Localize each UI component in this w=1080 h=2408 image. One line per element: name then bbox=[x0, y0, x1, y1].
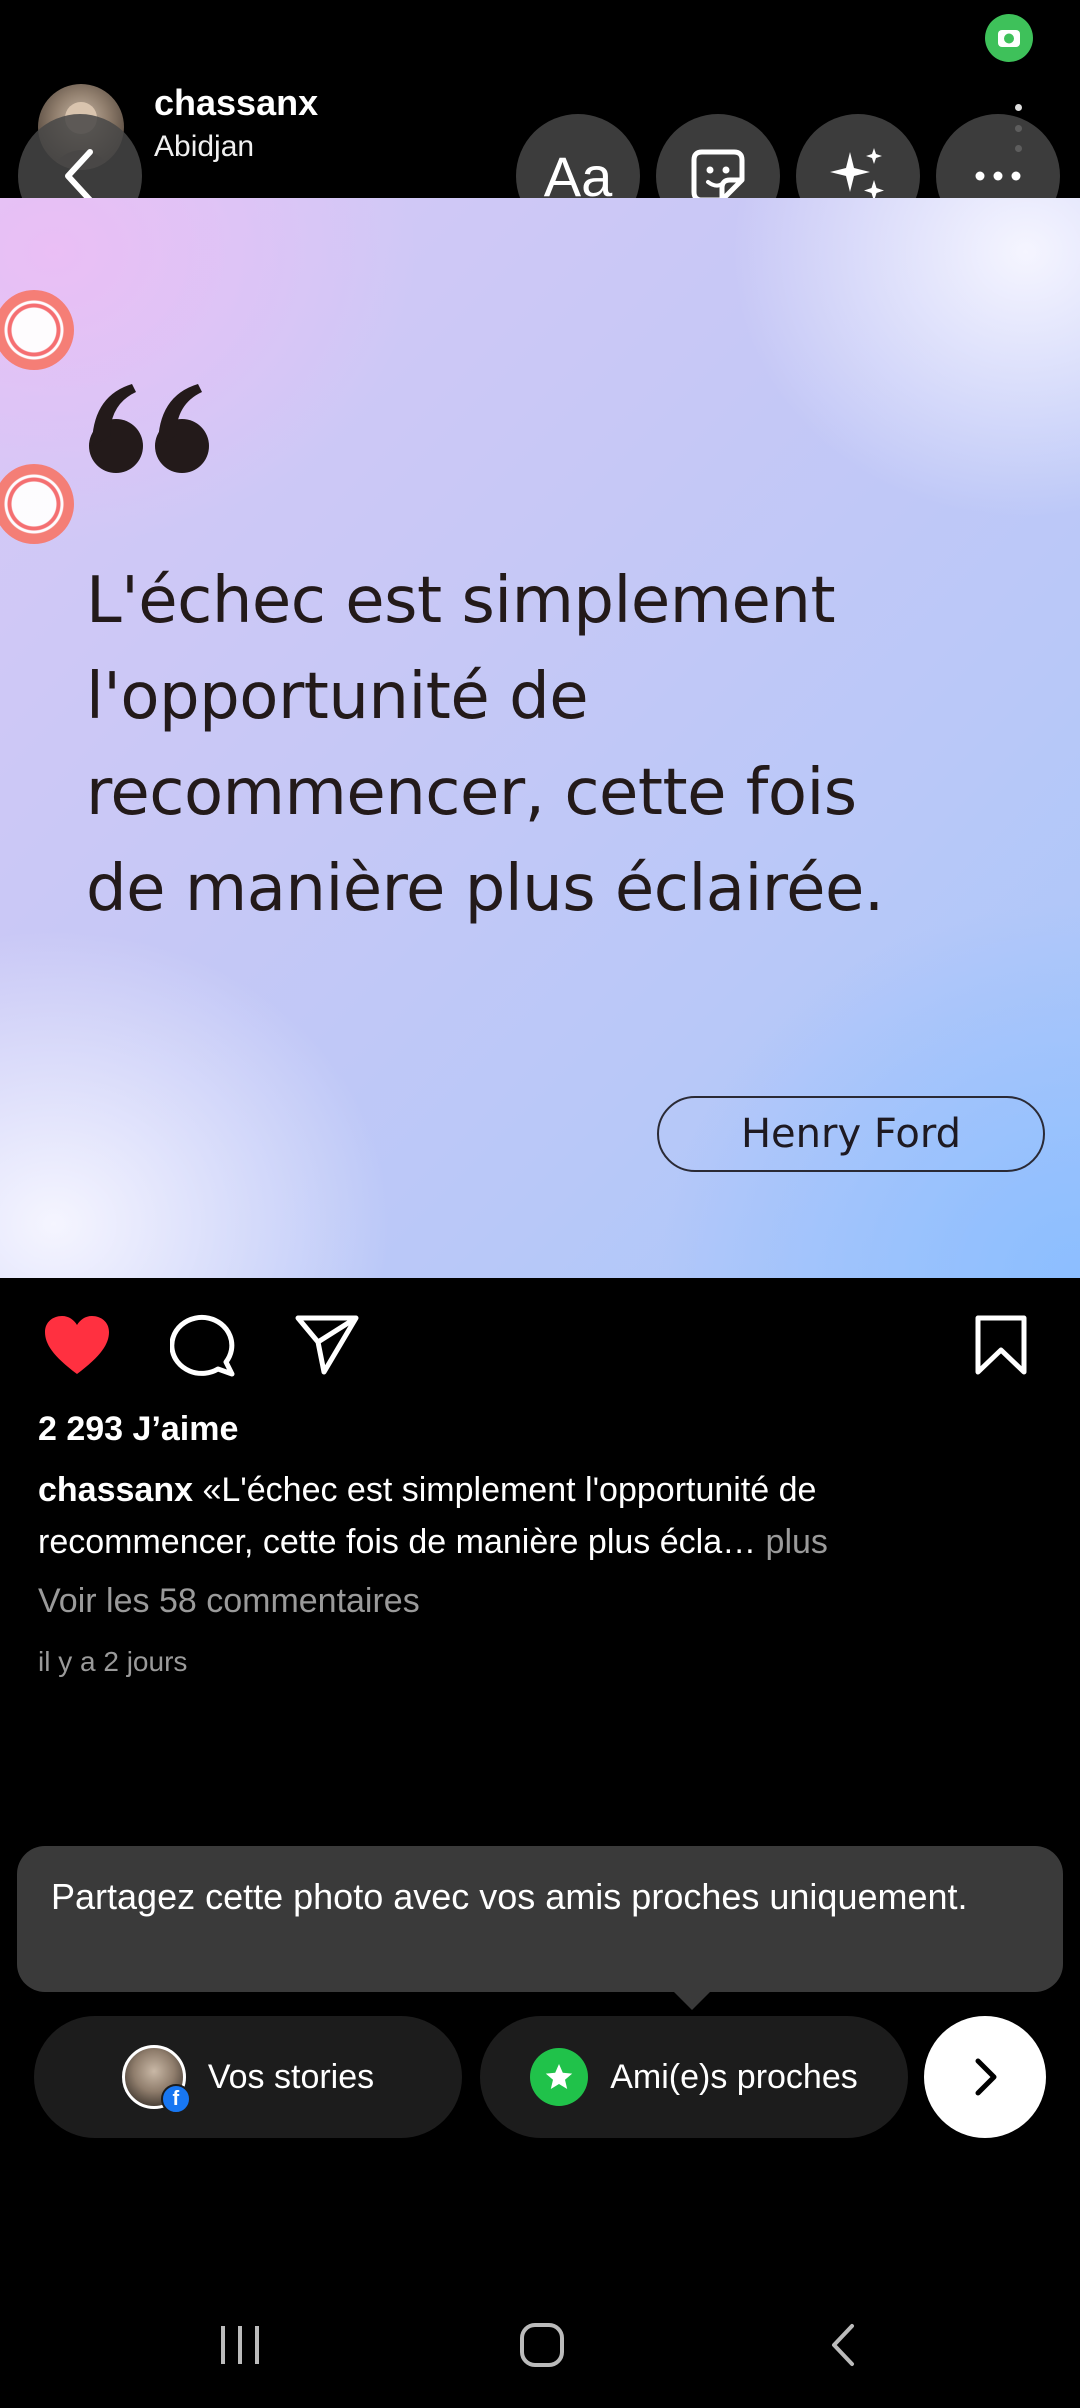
recents-icon bbox=[221, 2326, 259, 2364]
caption[interactable]: chassanx «L'échec est simplement l'oppor… bbox=[38, 1464, 1038, 1568]
location[interactable]: Abidjan bbox=[154, 130, 254, 164]
bookmark-icon bbox=[975, 1315, 1027, 1375]
username[interactable]: chassanx bbox=[154, 82, 318, 124]
close-friends-tooltip: Partagez cette photo avec vos amis proch… bbox=[17, 1846, 1063, 1992]
quote-line: L'échec est simplement bbox=[86, 564, 836, 638]
view-comments-link[interactable]: Voir les 58 commentaires bbox=[38, 1582, 420, 1621]
post-image[interactable]: L'échec est simplement l'opportunité de … bbox=[0, 198, 1080, 1278]
heart-icon bbox=[45, 1316, 109, 1374]
system-back-button[interactable] bbox=[804, 2310, 884, 2380]
home-icon bbox=[520, 2323, 564, 2367]
next-button[interactable] bbox=[924, 2016, 1046, 2138]
back-icon bbox=[832, 2324, 854, 2366]
quote-line: recommencer, cette fois bbox=[86, 756, 857, 830]
like-button[interactable] bbox=[42, 1310, 112, 1380]
avatar: f bbox=[121, 2045, 191, 2114]
story-share-screen: chassanx Abidjan Aa L'échec est simpleme… bbox=[0, 0, 1080, 2408]
author-label: Henry Ford bbox=[657, 1096, 1045, 1172]
caption-username[interactable]: chassanx bbox=[38, 1471, 193, 1509]
comment-button[interactable] bbox=[168, 1310, 238, 1380]
caption-more-link[interactable]: plus bbox=[756, 1523, 828, 1561]
your-stories-button[interactable]: f Vos stories bbox=[34, 2016, 462, 2138]
quote-mark-icon bbox=[89, 384, 209, 473]
send-icon bbox=[295, 1315, 359, 1375]
quote-line: l'opportunité de bbox=[86, 660, 589, 734]
save-button[interactable] bbox=[966, 1310, 1036, 1380]
star-icon bbox=[530, 2048, 589, 2106]
close-friends-button[interactable]: Ami(e)s proches bbox=[480, 2016, 908, 2138]
share-button[interactable] bbox=[292, 1310, 362, 1380]
close-friends-label: Ami(e)s proches bbox=[610, 2057, 858, 2096]
chevron-left-icon bbox=[65, 149, 93, 203]
camera-in-use-icon bbox=[985, 14, 1033, 62]
comment-icon bbox=[170, 1314, 235, 1377]
home-button[interactable] bbox=[502, 2310, 582, 2380]
quote-line: de manière plus éclairée. bbox=[86, 852, 884, 926]
your-stories-label: Vos stories bbox=[207, 2057, 375, 2096]
more-horizontal-icon bbox=[975, 171, 1021, 181]
quote-text: L'échec est simplement l'opportunité de … bbox=[86, 553, 986, 937]
facebook-icon: f bbox=[160, 2084, 191, 2114]
likes-count[interactable]: 2 293 J’aime bbox=[38, 1410, 238, 1449]
recent-apps-button[interactable] bbox=[200, 2310, 280, 2380]
post-timestamp: il y a 2 jours bbox=[38, 1646, 188, 1677]
tooltip-arrow bbox=[672, 1990, 712, 2010]
chevron-right-icon bbox=[975, 2058, 997, 2096]
